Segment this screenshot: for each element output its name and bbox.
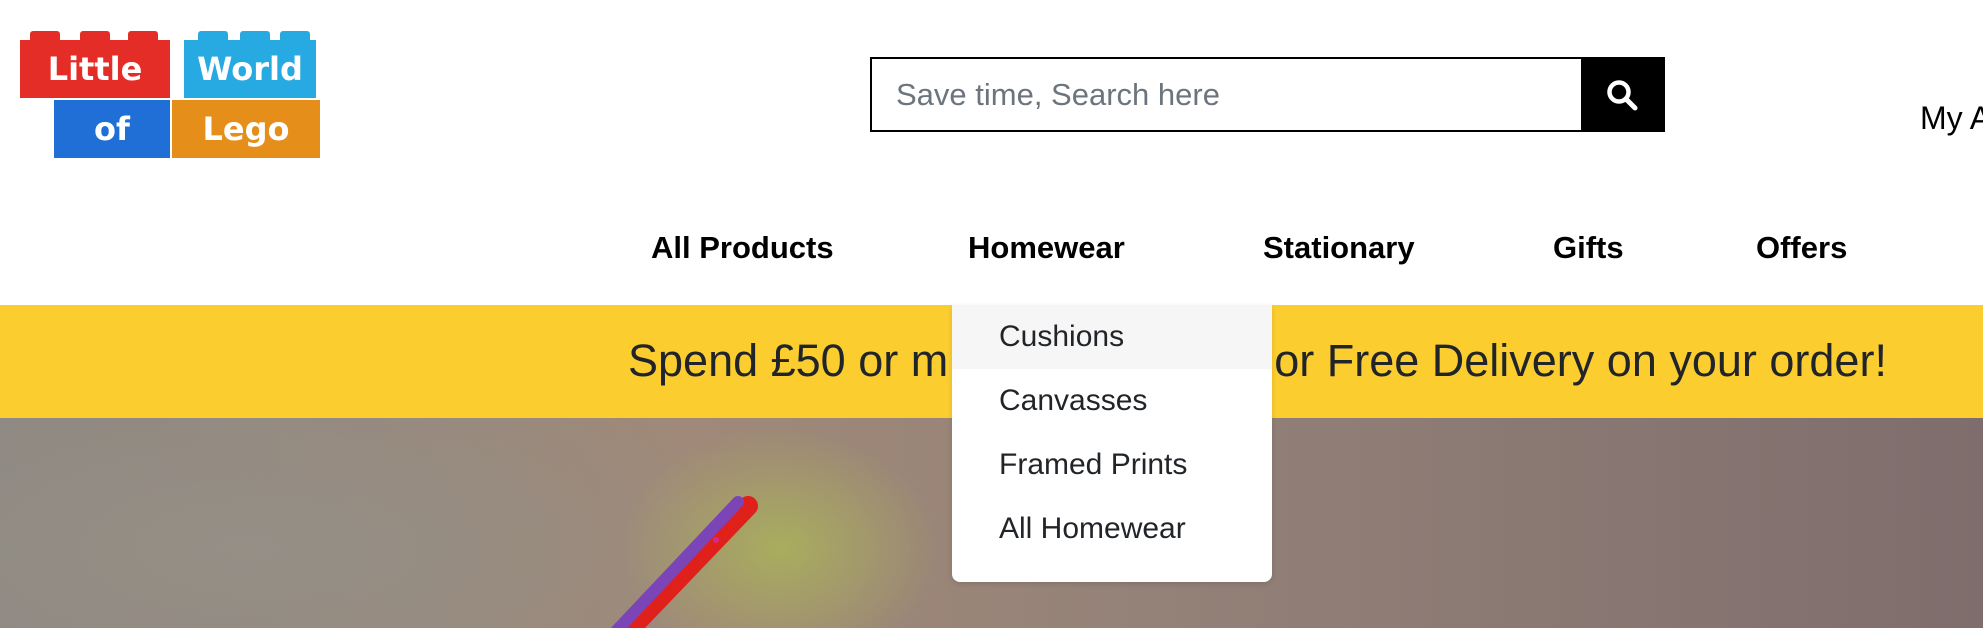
logo-word: Lego bbox=[202, 110, 290, 148]
menu-item-framed-prints[interactable]: Framed Prints bbox=[952, 433, 1272, 497]
nav-all-products[interactable]: All Products bbox=[651, 230, 834, 266]
my-account-link[interactable]: My A bbox=[1920, 100, 1983, 137]
menu-item-all-homewear[interactable]: All Homewear bbox=[952, 497, 1272, 561]
menu-item-cushions[interactable]: Cushions bbox=[952, 305, 1272, 369]
nav-gifts[interactable]: Gifts bbox=[1553, 230, 1624, 266]
menu-item-canvasses[interactable]: Canvasses bbox=[952, 369, 1272, 433]
logo-word: Little bbox=[47, 50, 143, 88]
site-logo[interactable]: Little World of Lego bbox=[20, 31, 320, 162]
search-button[interactable] bbox=[1581, 59, 1663, 130]
nav-stationary[interactable]: Stationary bbox=[1263, 230, 1415, 266]
search-bar bbox=[870, 57, 1665, 132]
menu-item-label: Canvasses bbox=[999, 384, 1148, 417]
search-input[interactable] bbox=[872, 59, 1581, 130]
menu-item-label: Cushions bbox=[999, 320, 1125, 353]
logo-brick-red: Little bbox=[20, 31, 170, 98]
promo-text-end: or Free Delivery on your order! bbox=[1274, 335, 1887, 386]
homewear-dropdown-menu: Cushions Canvasses Framed Prints All Hom… bbox=[952, 305, 1272, 582]
menu-item-label: All Homewear bbox=[999, 512, 1186, 545]
logo-brick-cyan: World bbox=[184, 31, 316, 98]
logo-brick-orange: Lego bbox=[172, 100, 320, 158]
nav-homewear[interactable]: Homewear bbox=[968, 230, 1125, 266]
logo-word: World bbox=[197, 50, 303, 88]
promo-text-start: Spend £50 or m bbox=[628, 335, 949, 386]
nav-offers[interactable]: Offers bbox=[1756, 230, 1847, 266]
menu-item-label: Framed Prints bbox=[999, 448, 1188, 481]
search-icon bbox=[1607, 79, 1638, 110]
logo-brick-blue: of bbox=[54, 100, 170, 158]
logo-word: of bbox=[94, 110, 130, 148]
